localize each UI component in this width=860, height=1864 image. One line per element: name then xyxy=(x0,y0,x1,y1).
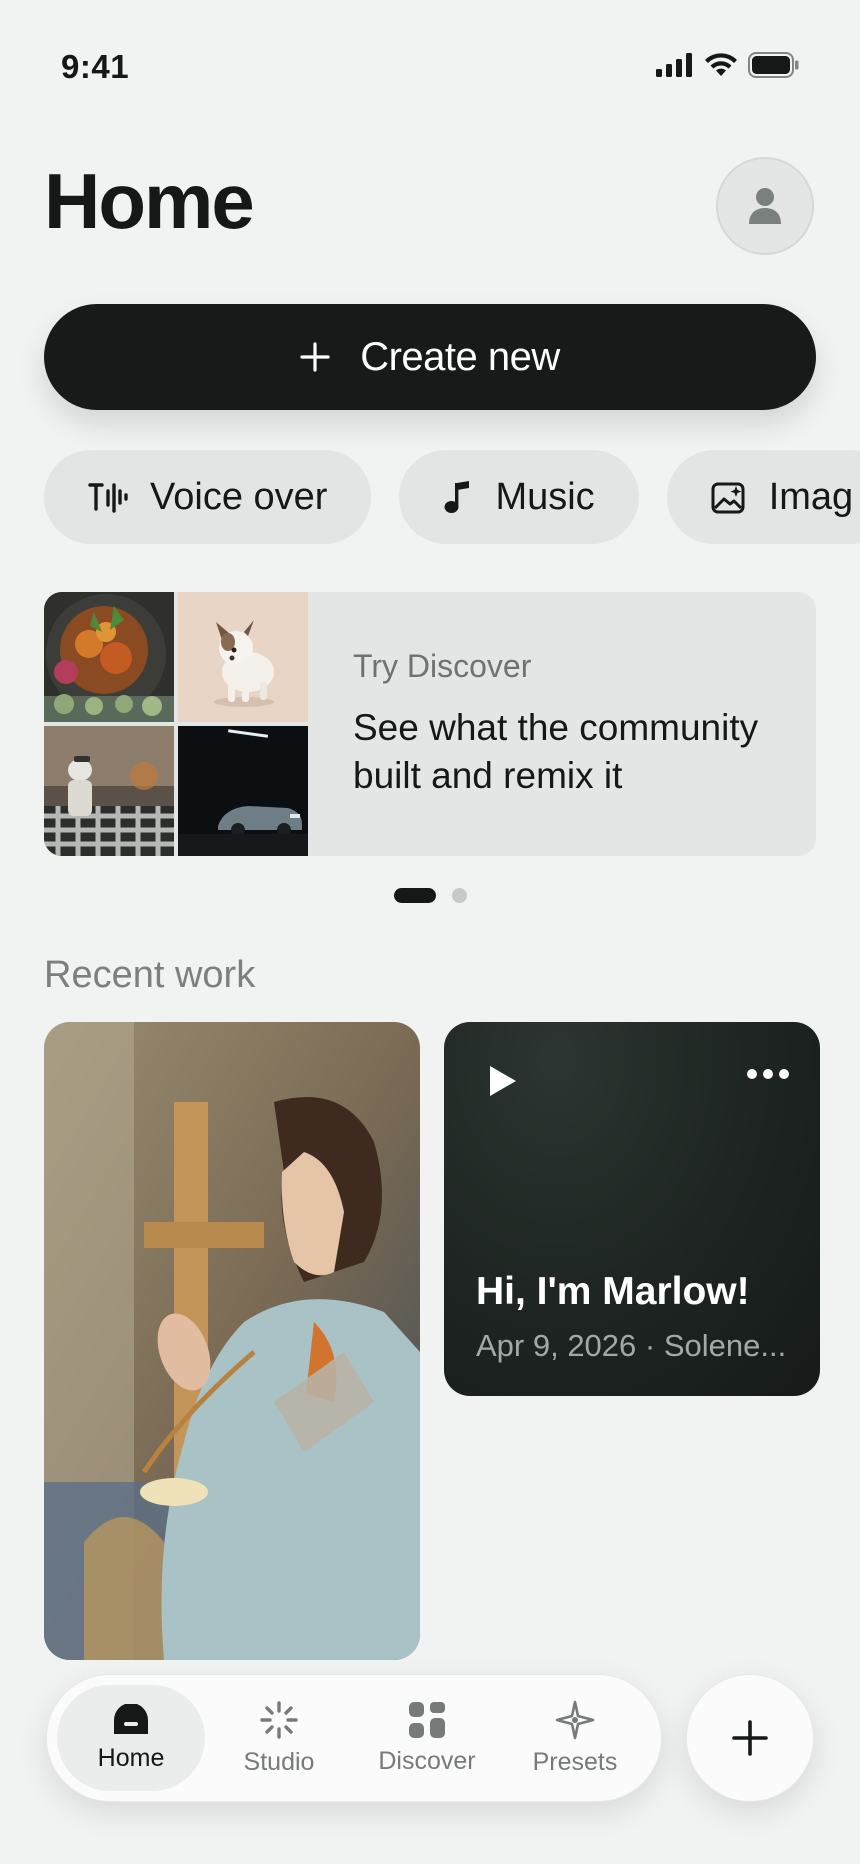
floating-add-button[interactable] xyxy=(686,1674,814,1802)
category-chips-row: Voice over Music Imag xyxy=(0,440,860,560)
carousel-page-indicator-active[interactable] xyxy=(394,888,436,903)
chip-music[interactable]: Music xyxy=(399,450,639,544)
person-icon xyxy=(749,188,781,224)
discover-card[interactable]: Try Discover See what the community buil… xyxy=(44,592,816,856)
portrait-image xyxy=(44,1022,420,1660)
more-options-icon[interactable] xyxy=(746,1068,790,1080)
discover-subtitle: Try Discover xyxy=(353,648,532,684)
create-new-button[interactable]: Create new xyxy=(44,304,816,410)
chip-voice-over[interactable]: Voice over xyxy=(44,450,372,544)
tab-discover[interactable]: Discover xyxy=(353,1685,501,1791)
recent-work-image-card[interactable] xyxy=(44,1022,420,1660)
image-sparkle-icon xyxy=(711,482,745,514)
recent-work-title: Recent work xyxy=(44,954,256,996)
chip-label: Voice over xyxy=(150,475,328,518)
discover-mosaic xyxy=(44,592,308,856)
tab-home[interactable]: Home xyxy=(57,1685,205,1791)
figurine-thumbnail xyxy=(44,726,174,856)
signal-icon xyxy=(656,53,692,77)
tab-label: Presets xyxy=(532,1747,618,1776)
grid-icon xyxy=(409,1701,445,1738)
voice-waveform-icon xyxy=(88,483,128,513)
status-icons xyxy=(656,52,800,78)
presets-sparkle-icon xyxy=(555,1700,595,1739)
plus-icon xyxy=(300,342,330,372)
create-new-label: Create new xyxy=(360,334,560,379)
home-icon xyxy=(114,1703,148,1734)
tab-studio[interactable]: Studio xyxy=(205,1685,353,1791)
chip-image[interactable]: Imag xyxy=(666,450,860,544)
tab-presets[interactable]: Presets xyxy=(501,1685,649,1791)
puppy-thumbnail xyxy=(178,592,308,722)
chip-label: Music xyxy=(495,475,595,518)
page-title: Home xyxy=(44,157,255,245)
music-note-icon xyxy=(444,481,470,513)
profile-avatar-button[interactable] xyxy=(716,157,814,255)
discover-title: See what the community built and remix i… xyxy=(353,707,759,796)
tab-label: Home xyxy=(97,1743,165,1772)
chip-label: Imag xyxy=(768,475,854,518)
voice-card-meta: Apr 9, 2026 · Solene... xyxy=(476,1328,787,1363)
voice-card-title: Hi, I'm Marlow! xyxy=(476,1270,750,1313)
plus-icon xyxy=(732,1720,768,1756)
wifi-icon xyxy=(705,53,737,76)
recent-work-voice-card[interactable]: Hi, I'm Marlow! Apr 9, 2026 · Solene... xyxy=(444,1022,820,1396)
studio-sparkle-icon xyxy=(260,1700,298,1739)
tab-label: Studio xyxy=(243,1747,315,1776)
play-icon[interactable] xyxy=(488,1064,518,1098)
status-time: 9:41 xyxy=(61,48,130,85)
car-thumbnail xyxy=(178,726,308,856)
tab-label: Discover xyxy=(378,1746,476,1775)
battery-icon xyxy=(748,52,799,78)
carousel-page-indicator[interactable] xyxy=(452,888,467,903)
bottom-tab-bar: Home Studio Discover Presets xyxy=(46,1674,662,1802)
food-thumbnail xyxy=(44,592,174,722)
